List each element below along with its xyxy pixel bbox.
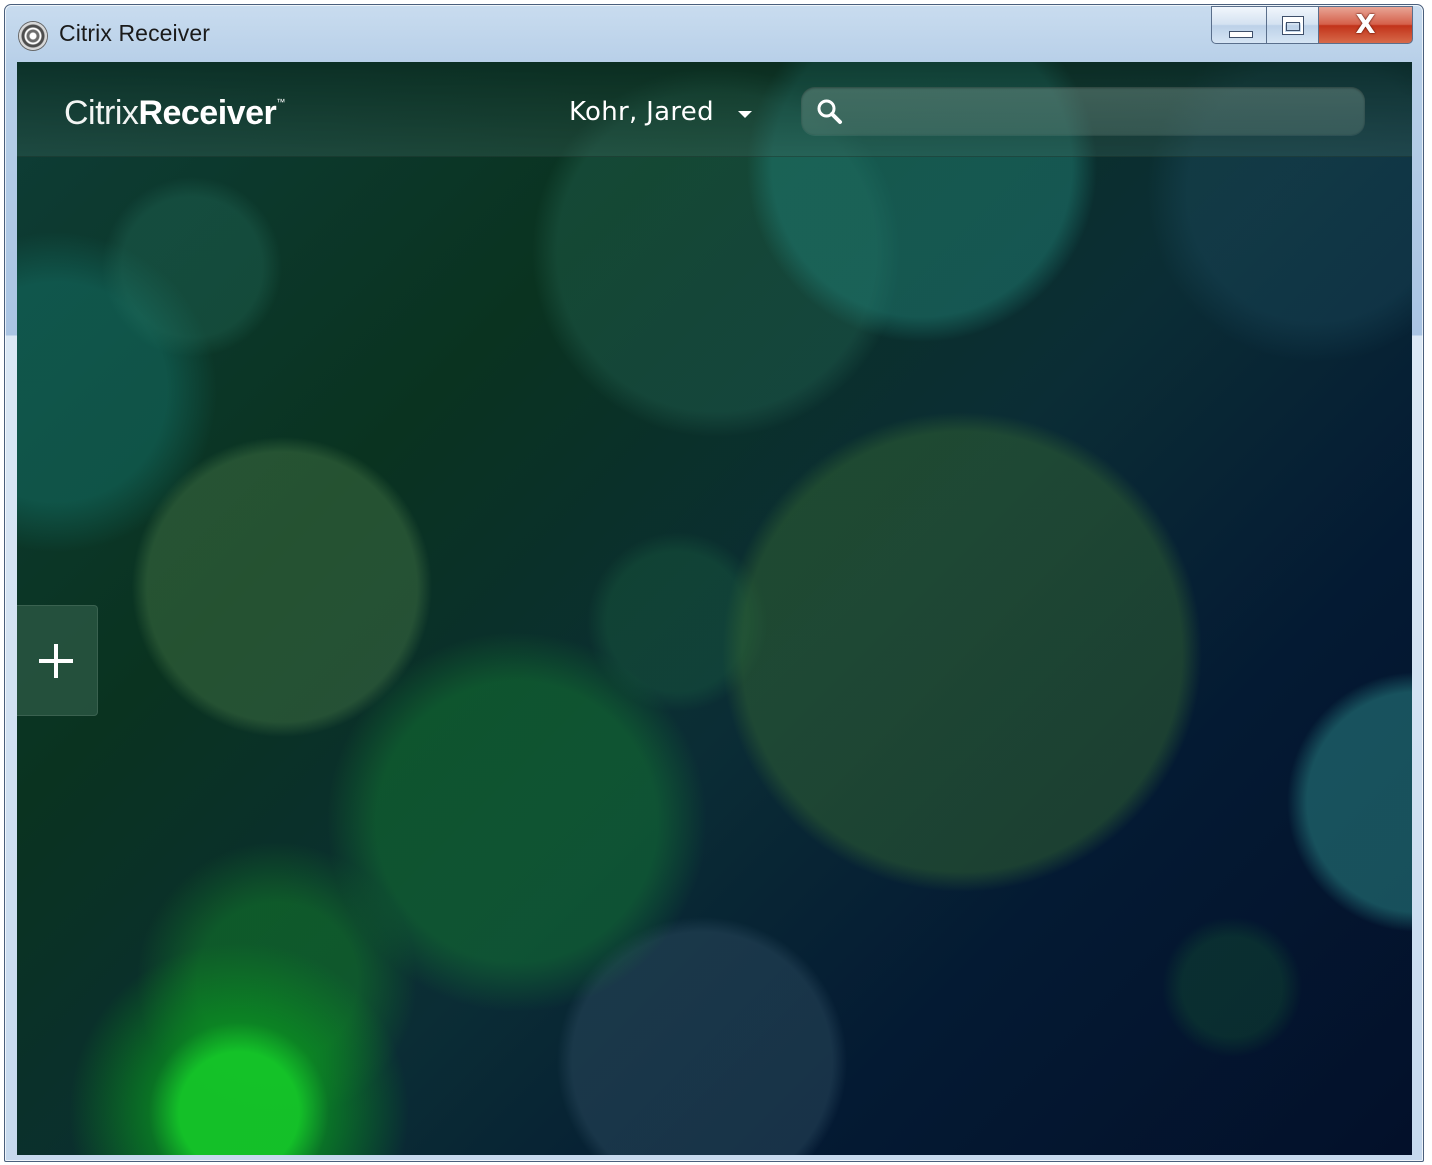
user-name[interactable]: Kohr, Jared xyxy=(569,97,714,127)
search-input[interactable] xyxy=(853,93,1357,129)
maximize-button[interactable] xyxy=(1267,6,1319,44)
plus-icon xyxy=(39,644,73,678)
citrix-receiver-logo: CitrixReceiver™ xyxy=(64,94,285,133)
minimize-button[interactable] xyxy=(1211,6,1267,44)
caption-buttons: X xyxy=(1211,6,1413,46)
title-bar[interactable]: Citrix Receiver X xyxy=(5,5,1423,61)
brand-light-text: Citrix xyxy=(64,94,139,132)
brand-trademark: ™ xyxy=(276,97,285,107)
brand-bold-text: Receiver xyxy=(138,94,277,132)
maximize-icon xyxy=(1282,16,1304,35)
receiver-content: CitrixReceiver™ Kohr, Jared xyxy=(17,62,1412,1155)
citrix-receiver-icon xyxy=(19,22,47,50)
app-window: Citrix Receiver X CitrixReceiver™ Kohr, … xyxy=(4,4,1424,1162)
close-button[interactable]: X xyxy=(1319,6,1413,44)
chevron-down-icon[interactable] xyxy=(737,110,752,118)
add-apps-button[interactable] xyxy=(17,605,98,716)
search-box[interactable] xyxy=(801,87,1365,135)
window-title: Citrix Receiver xyxy=(59,20,211,46)
minimize-icon xyxy=(1229,31,1253,38)
user-menu[interactable]: Kohr, Jared xyxy=(569,94,752,130)
close-icon: X xyxy=(1355,10,1376,40)
header-bar: CitrixReceiver™ Kohr, Jared xyxy=(17,62,1412,157)
search-icon[interactable] xyxy=(815,97,845,127)
